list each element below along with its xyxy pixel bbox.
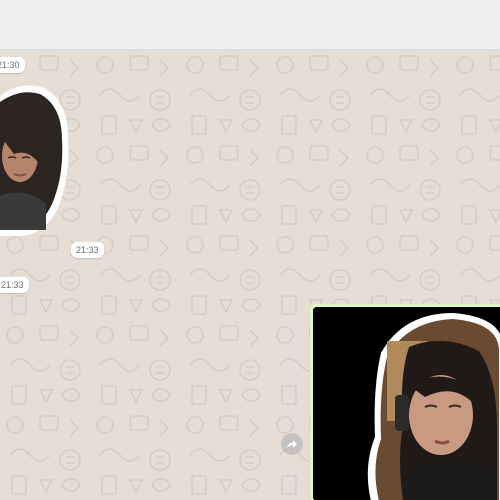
message-timestamp: 21:33 (71, 242, 104, 258)
sticker-message[interactable] (0, 78, 72, 238)
image-message[interactable] (310, 304, 500, 500)
message-list[interactable]: 21:30 21:33 21:33 (0, 50, 500, 500)
forward-button[interactable] (281, 433, 303, 455)
message-timestamp: 21:30 (0, 57, 25, 73)
chat-window: 21:30 21:33 21:33 (0, 0, 500, 500)
forward-arrow-icon (287, 440, 297, 448)
photo-content (313, 307, 500, 500)
chat-header (0, 0, 500, 50)
image-preview[interactable] (313, 307, 500, 500)
message-timestamp: 21:33 (0, 277, 29, 293)
